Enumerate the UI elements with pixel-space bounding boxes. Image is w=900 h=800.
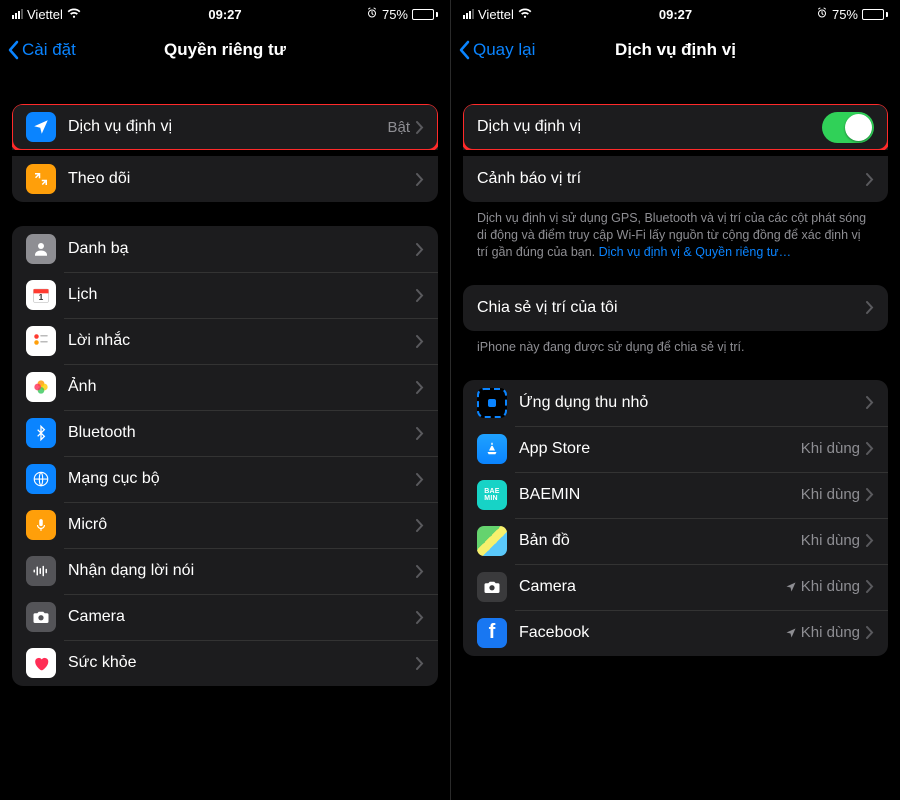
navbar: Cài đặt Quyền riêng tư — [0, 28, 450, 72]
row-network[interactable]: Mạng cục bộ — [12, 456, 438, 502]
chevron-right-icon — [866, 173, 874, 186]
row-app-facebook[interactable]: fFacebook Khi dùng — [463, 610, 888, 656]
row-value: Khi dùng — [801, 440, 860, 457]
row-label: Ứng dụng thu nhỏ — [519, 394, 866, 412]
row-label: Mạng cục bộ — [68, 470, 416, 488]
chevron-right-icon — [416, 427, 424, 440]
chevron-right-icon — [416, 473, 424, 486]
footer-share: iPhone này đang được sử dụng để chia sẻ … — [463, 331, 888, 356]
svg-text:1: 1 — [39, 292, 44, 302]
row-value: Khi dùng — [801, 532, 860, 549]
row-location-services[interactable]: Dịch vụ định vị Bật — [12, 104, 438, 150]
status-bar: Viettel 09:27 75% — [451, 0, 900, 28]
phone-location-services: Viettel 09:27 75% Quay lại Dịch vụ định … — [450, 0, 900, 800]
group-apps: Ứng dụng thu nhỏApp StoreKhi dùngBAEMINB… — [463, 380, 888, 656]
chevron-right-icon — [866, 534, 874, 547]
clock: 09:27 — [451, 7, 900, 22]
chevron-right-icon — [416, 335, 424, 348]
row-value: Khi dùng — [785, 578, 860, 595]
chevron-right-icon — [416, 173, 424, 186]
location-arrow-icon — [785, 627, 797, 639]
row-label: Bản đồ — [519, 532, 801, 550]
location-icon — [26, 112, 56, 142]
back-button[interactable]: Cài đặt — [0, 40, 76, 60]
row-label: Lịch — [68, 286, 416, 304]
row-photos[interactable]: Ảnh — [12, 364, 438, 410]
row-camera[interactable]: Camera — [12, 594, 438, 640]
row-app-appclip[interactable]: Ứng dụng thu nhỏ — [463, 380, 888, 426]
row-share-location[interactable]: Chia sẻ vị trí của tôi — [463, 285, 888, 331]
back-label: Quay lại — [473, 40, 535, 60]
chevron-right-icon — [416, 121, 424, 134]
phone-privacy: Viettel 09:27 75% Cài đặt Quyền riêng tư… — [0, 0, 450, 800]
chevron-right-icon — [866, 396, 874, 409]
row-label: Ảnh — [68, 378, 416, 396]
back-label: Cài đặt — [22, 40, 76, 60]
chevron-right-icon — [416, 611, 424, 624]
row-label: Camera — [519, 578, 785, 596]
footer-description: Dịch vụ định vị sử dụng GPS, Bluetooth v… — [463, 202, 888, 261]
row-app-appstore[interactable]: App StoreKhi dùng — [463, 426, 888, 472]
chevron-right-icon — [416, 519, 424, 532]
row-label: BAEMIN — [519, 486, 801, 504]
chevron-right-icon — [416, 243, 424, 256]
toggle-switch[interactable] — [822, 112, 874, 143]
row-label: Facebook — [519, 624, 785, 642]
row-bluetooth[interactable]: Bluetooth — [12, 410, 438, 456]
chevron-right-icon — [416, 381, 424, 394]
row-label: App Store — [519, 440, 801, 458]
row-app-baemin[interactable]: BAEMINBAEMINKhi dùng — [463, 472, 888, 518]
row-speech[interactable]: Nhận dạng lời nói — [12, 548, 438, 594]
chevron-right-icon — [416, 565, 424, 578]
row-label: Lời nhắc — [68, 332, 416, 350]
row-label: Danh bạ — [68, 240, 416, 258]
row-health[interactable]: Sức khỏe — [12, 640, 438, 686]
back-button[interactable]: Quay lại — [451, 40, 535, 60]
tracking-icon — [26, 164, 56, 194]
row-label: Sức khỏe — [68, 654, 416, 672]
chevron-left-icon — [457, 40, 471, 60]
row-app-camera-app[interactable]: Camera Khi dùng — [463, 564, 888, 610]
chevron-right-icon — [866, 488, 874, 501]
group-share-location: Chia sẻ vị trí của tôi — [463, 285, 888, 331]
clock: 09:27 — [0, 7, 450, 22]
row-value: Khi dùng — [785, 624, 860, 641]
row-reminders[interactable]: Lời nhắc — [12, 318, 438, 364]
chevron-right-icon — [866, 580, 874, 593]
group-alerts: Cảnh báo vị trí — [463, 156, 888, 202]
chevron-right-icon — [866, 626, 874, 639]
group-tracking: Theo dõi — [12, 156, 438, 202]
privacy-link[interactable]: Dịch vụ định vị & Quyền riêng tư… — [599, 245, 791, 259]
row-label: Dịch vụ định vị — [477, 118, 822, 136]
row-mic[interactable]: Micrô — [12, 502, 438, 548]
row-label: Chia sẻ vị trí của tôi — [477, 299, 866, 317]
row-calendar[interactable]: 1 Lịch — [12, 272, 438, 318]
row-label: Camera — [68, 608, 416, 626]
chevron-right-icon — [416, 289, 424, 302]
group-location-services: Dịch vụ định vị Bật — [12, 104, 438, 150]
row-label: Bluetooth — [68, 424, 416, 442]
chevron-right-icon — [416, 657, 424, 670]
row-label: Dịch vụ định vị — [68, 118, 387, 136]
row-value: Bật — [387, 119, 410, 136]
row-label: Theo dõi — [68, 170, 416, 188]
row-contacts[interactable]: Danh bạ — [12, 226, 438, 272]
row-label: Cảnh báo vị trí — [477, 170, 866, 188]
row-label: Nhận dạng lời nói — [68, 562, 416, 580]
navbar: Quay lại Dịch vụ định vị — [451, 28, 900, 72]
group-location-toggle: Dịch vụ định vị — [463, 104, 888, 150]
group-privacy-items: Danh bạ 1 Lịch Lời nhắc Ảnh Bluetooth Mạng cục… — [12, 226, 438, 686]
row-app-maps[interactable]: Bản đồKhi dùng — [463, 518, 888, 564]
chevron-right-icon — [866, 301, 874, 314]
row-location-toggle[interactable]: Dịch vụ định vị — [463, 104, 888, 150]
chevron-right-icon — [866, 442, 874, 455]
location-arrow-icon — [785, 581, 797, 593]
row-label: Micrô — [68, 516, 416, 534]
chevron-left-icon — [6, 40, 20, 60]
row-tracking[interactable]: Theo dõi — [12, 156, 438, 202]
status-bar: Viettel 09:27 75% — [0, 0, 450, 28]
row-location-alerts[interactable]: Cảnh báo vị trí — [463, 156, 888, 202]
row-value: Khi dùng — [801, 486, 860, 503]
